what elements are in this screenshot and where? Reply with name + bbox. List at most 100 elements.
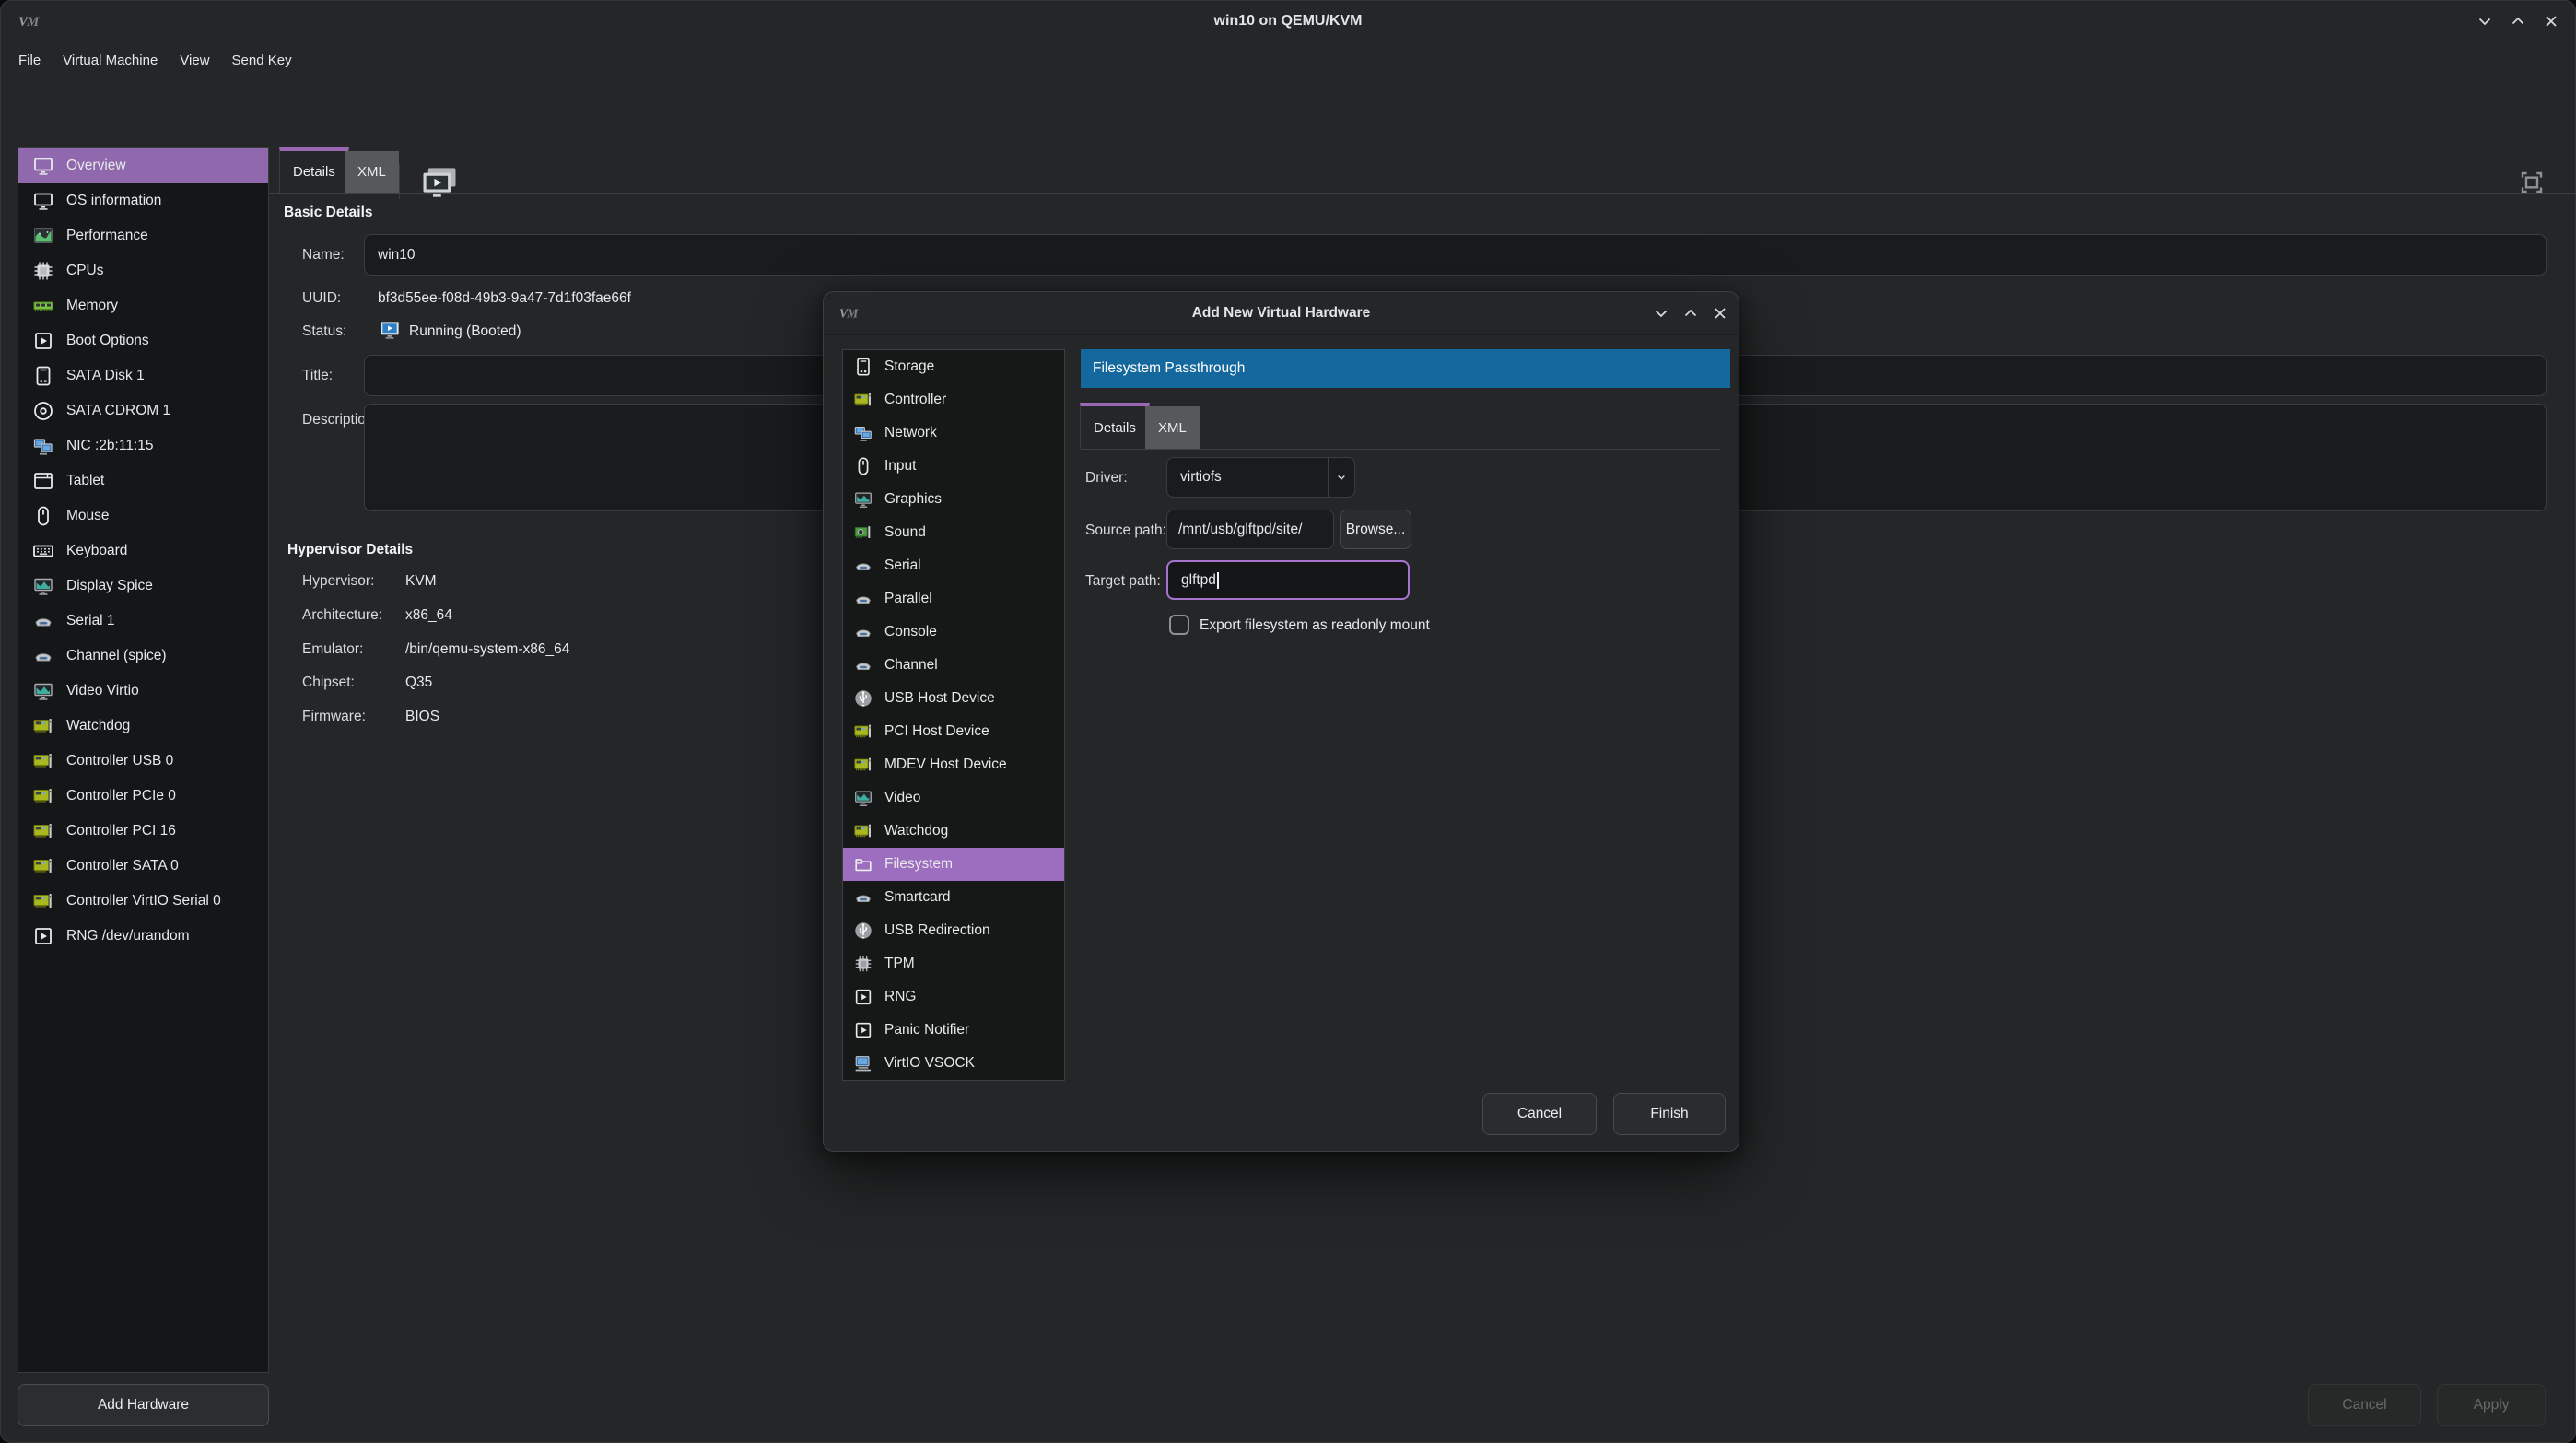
computer-icon [853,1053,873,1073]
serial-icon [853,655,873,675]
toolbar-separator [399,164,400,199]
sidebar-item-controller-pcie-0[interactable]: Controller PCIe 0 [18,779,268,814]
hardware-type-virtio-vsock[interactable]: VirtIO VSOCK [843,1047,1064,1080]
pci-card-icon [853,821,873,841]
dialog-finish-button[interactable]: Finish [1613,1093,1726,1135]
main-apply-button[interactable]: Apply [2437,1384,2546,1426]
readonly-checkbox[interactable] [1169,615,1189,635]
hardware-type-panic-notifier[interactable]: Panic Notifier [843,1014,1064,1047]
dialog-title: Add New Virtual Hardware [824,292,1739,334]
sound-card-icon [853,522,873,543]
sidebar-item-rng-dev-urandom[interactable]: RNG /dev/urandom [18,919,268,954]
menu-send-key[interactable]: Send Key [221,47,303,74]
hardware-type-console[interactable]: Console [843,616,1064,649]
serial-icon [853,622,873,642]
hardware-type-graphics[interactable]: Graphics [843,483,1064,516]
dialog-maximize-button[interactable] [1677,299,1704,327]
dialog-minimize-button[interactable] [1647,299,1675,327]
hardware-type-video[interactable]: Video [843,781,1064,815]
hardware-type-mdev-host-device[interactable]: MDEV Host Device [843,748,1064,781]
menu-view[interactable]: View [169,47,220,74]
console-window-button[interactable] [418,164,461,203]
hardware-type-tpm[interactable]: TPM [843,947,1064,980]
sidebar-item-sata-cdrom-1[interactable]: SATA CDROM 1 [18,393,268,428]
vm-running-icon [378,319,402,341]
chip-icon [853,954,873,974]
dialog-cancel-button[interactable]: Cancel [1482,1093,1597,1135]
hardware-type-network[interactable]: Network [843,416,1064,450]
hardware-type-storage[interactable]: Storage [843,350,1064,383]
hardware-type-usb-host-device[interactable]: USB Host Device [843,682,1064,715]
tab-xml[interactable]: XML [345,151,399,193]
sidebar-item-keyboard[interactable]: Keyboard [18,534,268,569]
add-hardware-button[interactable]: Add Hardware [18,1384,269,1426]
sidebar-item-tablet[interactable]: Tablet [18,463,268,499]
pci-card-icon [853,755,873,775]
sidebar-item-controller-pci-16[interactable]: Controller PCI 16 [18,814,268,849]
driver-label: Driver: [1085,470,1128,487]
sidebar-item-channel-spice[interactable]: Channel (spice) [18,639,268,674]
keyboard-icon [32,540,54,562]
hardware-type-serial[interactable]: Serial [843,549,1064,582]
hardware-type-watchdog[interactable]: Watchdog [843,815,1064,848]
browse-button[interactable]: Browse... [1340,510,1411,549]
main-cancel-button[interactable]: Cancel [2308,1384,2421,1426]
hardware-type-filesystem[interactable]: Filesystem [843,848,1064,881]
target-path-label: Target path: [1085,573,1161,590]
memory-icon [32,295,54,317]
serial-icon [853,556,873,576]
toolbar [0,77,2576,131]
sidebar-item-boot-options[interactable]: Boot Options [18,323,268,358]
close-button[interactable] [2537,7,2565,35]
sidebar-item-os-information[interactable]: OS information [18,183,268,218]
dialog-titlebar: VM Add New Virtual Hardware [824,292,1739,335]
sidebar-item-serial-1[interactable]: Serial 1 [18,604,268,639]
sidebar-item-controller-usb-0[interactable]: Controller USB 0 [18,744,268,779]
minimize-button[interactable] [2471,7,2499,35]
sidebar-item-controller-virtio-serial-0[interactable]: Controller VirtIO Serial 0 [18,884,268,919]
mouse-icon [32,505,54,527]
cdrom-icon [32,400,54,422]
chevron-down-icon [1329,469,1354,486]
sidebar-item-video-virtio[interactable]: Video Virtio [18,674,268,709]
source-path-input[interactable]: /mnt/usb/glftpd/site/ [1166,510,1334,549]
serial-icon [853,589,873,609]
basic-details-heading: Basic Details [284,205,373,221]
hardware-type-smartcard[interactable]: Smartcard [843,881,1064,914]
driver-combobox[interactable]: virtiofs [1166,457,1355,498]
name-input[interactable]: win10 [364,234,2547,276]
sidebar-item-performance[interactable]: Performance [18,218,268,253]
sidebar-item-overview[interactable]: Overview [18,148,268,183]
dialog-tab-details[interactable]: Details [1080,403,1150,449]
menu-virtual-machine[interactable]: Virtual Machine [52,47,169,74]
tab-details[interactable]: Details [279,147,349,193]
sidebar-item-cpus[interactable]: CPUs [18,253,268,288]
disk-icon [853,357,873,377]
dialog-tab-xml[interactable]: XML [1145,406,1200,449]
hardware-type-rng[interactable]: RNG [843,980,1064,1014]
sidebar-item-watchdog[interactable]: Watchdog [18,709,268,744]
hardware-type-pci-host-device[interactable]: PCI Host Device [843,715,1064,748]
panel-header: Filesystem Passthrough [1081,349,1730,388]
sidebar-item-nic-2b-11-15[interactable]: NIC :2b:11:15 [18,428,268,463]
hardware-type-sound[interactable]: Sound [843,516,1064,549]
hardware-type-parallel[interactable]: Parallel [843,582,1064,616]
hardware-type-input[interactable]: Input [843,450,1064,483]
text-caret [1217,572,1219,589]
sidebar-item-mouse[interactable]: Mouse [18,499,268,534]
boot-icon [853,987,873,1007]
sidebar-item-memory[interactable]: Memory [18,288,268,323]
target-path-input[interactable]: glftpd [1166,560,1410,600]
dialog-close-button[interactable] [1706,299,1734,327]
hardware-type-channel[interactable]: Channel [843,649,1064,682]
hardware-type-usb-redirection[interactable]: USB Redirection [843,914,1064,947]
serial-icon [32,645,54,667]
uuid-label: UUID: [302,290,341,307]
uuid-value: bf3d55ee-f08d-49b3-9a47-7d1f03fae66f [378,290,631,307]
hardware-type-controller[interactable]: Controller [843,383,1064,416]
sidebar-item-controller-sata-0[interactable]: Controller SATA 0 [18,849,268,884]
sidebar-item-display-spice[interactable]: Display Spice [18,569,268,604]
menu-file[interactable]: File [7,47,52,74]
sidebar-item-sata-disk-1[interactable]: SATA Disk 1 [18,358,268,393]
maximize-button[interactable] [2504,7,2532,35]
